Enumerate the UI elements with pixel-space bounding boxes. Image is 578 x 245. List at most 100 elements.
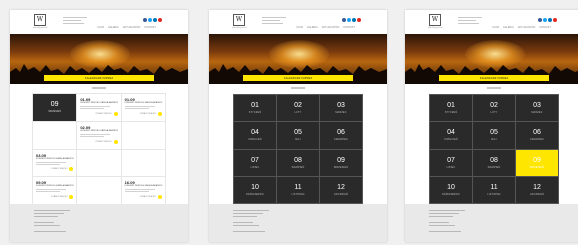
youtube-icon[interactable]: [553, 18, 557, 22]
event-card[interactable]: 09.09 KONCERT ZESPOŁU KAPELA BEATBOX ZOB…: [33, 177, 78, 205]
twitter-icon[interactable]: [543, 18, 547, 22]
month-grid: 01 STYCZEŃ 02 LUTY 03 MARZEC 04 KWIECIEŃ 05 M…: [233, 94, 363, 204]
arrow-icon[interactable]: [113, 111, 118, 116]
event-more-link[interactable]: ZOBACZ WIĘCEJ: [51, 168, 67, 170]
month-number: 03: [533, 102, 541, 110]
month-cell[interactable]: 09 WRZESIEŃ: [33, 94, 78, 122]
event-card[interactable]: 16.09 KONCERT ZESPOŁU KAPELA BEATBOX ZOB…: [121, 177, 166, 205]
logo[interactable]: W: [233, 14, 245, 26]
section-title: KALENDARZ IMPREZ: [84, 76, 114, 80]
month-label: KWIECIEŃ: [444, 138, 458, 142]
event-more-link[interactable]: ZOBACZ WIĘCEJ: [95, 141, 111, 143]
event-card[interactable]: 02.09 KONCERT ZESPOŁU KAPELA BEATBOX ZOB…: [77, 121, 122, 150]
youtube-icon[interactable]: [158, 18, 162, 22]
empty-cell: [33, 121, 78, 150]
month-label: WRZESIEŃ: [48, 110, 61, 114]
nav-item[interactable]: KONTAKT: [144, 26, 156, 29]
month-cell[interactable]: 11 LISTOPAD: [277, 176, 319, 203]
mockup-month-grid-hover: W klub Wyspiański KLUB GALERIA AKTUALNOŚ…: [405, 10, 578, 242]
youtube-icon[interactable]: [357, 18, 361, 22]
linkedin-icon[interactable]: [153, 18, 157, 22]
nav-item[interactable]: GALERIA: [503, 26, 514, 29]
month-cell[interactable]: 05 MAJ: [473, 122, 515, 149]
month-label: SIERPIEŃ: [291, 165, 305, 169]
arrow-icon[interactable]: [157, 111, 162, 116]
linkedin-icon[interactable]: [548, 18, 552, 22]
month-label: MARZEC: [335, 111, 347, 115]
month-cell[interactable]: 01 STYCZEŃ: [234, 95, 276, 122]
arrow-icon[interactable]: [113, 139, 118, 144]
month-cell[interactable]: 04 KWIECIEŃ: [234, 122, 276, 149]
event-title: KONCERT ZESPOŁU KAPELA BEATBOX: [124, 102, 163, 104]
month-cell[interactable]: 09 WRZESIEŃ: [320, 149, 362, 176]
section-title: KALENDARZ IMPREZ: [283, 76, 313, 80]
month-cell[interactable]: 07 LIPIEC: [234, 149, 276, 176]
month-number: 09: [337, 156, 345, 164]
facebook-icon[interactable]: [538, 18, 542, 22]
tagline-placeholder: [458, 17, 482, 26]
month-number: 01: [447, 102, 455, 110]
event-more-link[interactable]: ZOBACZ WIĘCEJ: [51, 196, 67, 198]
month-cell[interactable]: 08 SIERPIEŃ: [277, 149, 319, 176]
logo-mark: W: [235, 16, 243, 23]
event-card[interactable]: 01.09 KONCERT ZESPOŁU KAPELA BEATBOX ZOB…: [121, 94, 166, 122]
event-card[interactable]: 01.09 KONCERT ZESPOŁU KAPELA BEATBOX ZOB…: [77, 94, 122, 122]
month-cell[interactable]: 11 LISTOPAD: [473, 176, 515, 203]
twitter-icon[interactable]: [148, 18, 152, 22]
month-cell[interactable]: 06 CZERWIEC: [516, 122, 558, 149]
event-calendar-grid: 09 WRZESIEŃ 01.09 KONCERT ZESPOŁU KAPELA…: [32, 93, 166, 205]
site-header: W klub Wyspiański KLUB GALERIA AKTUALNOŚ…: [10, 10, 188, 34]
nav-item[interactable]: KLUB: [97, 26, 104, 29]
month-cell[interactable]: 02 LUTY: [277, 95, 319, 122]
month-cell[interactable]: 04 KWIECIEŃ: [430, 122, 472, 149]
event-title: KONCERT ZESPOŁU KAPELA BEATBOX: [124, 185, 163, 188]
nav-item[interactable]: KONTAKT: [539, 26, 551, 29]
month-cell[interactable]: 07 LIPIEC: [430, 149, 472, 176]
month-number: 03: [337, 102, 345, 110]
arrow-icon[interactable]: [69, 195, 74, 199]
facebook-icon[interactable]: [342, 18, 346, 22]
event-more-link[interactable]: ZOBACZ WIĘCEJ: [140, 113, 156, 115]
twitter-icon[interactable]: [347, 18, 351, 22]
arrow-icon[interactable]: [69, 167, 74, 172]
month-cell[interactable]: 01 STYCZEŃ: [430, 95, 472, 122]
month-cell[interactable]: 12 GRUDZIEŃ: [516, 176, 558, 203]
logo[interactable]: W: [34, 14, 46, 26]
nav-item[interactable]: AKTUALNOŚCI: [518, 26, 536, 29]
nav-item[interactable]: KLUB: [296, 26, 303, 29]
section-title-bar: KALENDARZ IMPREZ: [439, 75, 549, 81]
nav-item[interactable]: GALERIA: [307, 26, 318, 29]
month-cell[interactable]: 05 MAJ: [277, 122, 319, 149]
month-cell[interactable]: 08 SIERPIEŃ: [473, 149, 515, 176]
nav-item[interactable]: GALERIA: [108, 26, 119, 29]
section-subtitle-placeholder: [92, 87, 106, 89]
facebook-icon[interactable]: [143, 18, 147, 22]
month-cell[interactable]: 06 CZERWIEC: [320, 122, 362, 149]
arrow-icon[interactable]: [157, 195, 162, 199]
site-footer: [10, 204, 188, 242]
event-more-link[interactable]: ZOBACZ WIĘCEJ: [140, 196, 156, 198]
mockup-event-list: W klub Wyspiański KLUB GALERIA AKTUALNOŚ…: [10, 10, 188, 242]
nav-item[interactable]: KONTAKT: [343, 26, 355, 29]
logo[interactable]: W: [429, 14, 441, 26]
month-cell[interactable]: 03 MARZEC: [320, 95, 362, 122]
tagline-placeholder: [63, 17, 87, 26]
month-cell[interactable]: 09 WRZESIEŃ: [516, 149, 558, 176]
linkedin-icon[interactable]: [352, 18, 356, 22]
month-label: STYCZEŃ: [248, 111, 262, 115]
month-cell[interactable]: 12 GRUDZIEŃ: [320, 176, 362, 203]
month-cell[interactable]: 10 PAŹDZIERNIK: [430, 176, 472, 203]
month-cell[interactable]: 03 MARZEC: [516, 95, 558, 122]
event-title: KONCERT ZESPOŁU KAPELA BEATBOX: [80, 102, 119, 104]
section-title-bar: KALENDARZ IMPREZ: [44, 75, 154, 81]
nav-item[interactable]: AKTUALNOŚCI: [123, 26, 141, 29]
event-more-link[interactable]: ZOBACZ WIĘCEJ: [95, 113, 111, 115]
month-cell[interactable]: 02 LUTY: [473, 95, 515, 122]
nav-item[interactable]: AKTUALNOŚCI: [322, 26, 340, 29]
month-label: LISTOPAD: [487, 192, 501, 196]
nav-item[interactable]: KLUB: [492, 26, 499, 29]
section-title: KALENDARZ IMPREZ: [479, 76, 509, 80]
month-number: 09: [50, 101, 59, 109]
month-cell[interactable]: 10 PAŹDZIERNIK: [234, 176, 276, 203]
event-card[interactable]: 03.09 KONCERT ZESPOŁU KAPELA BEATBOX ZOB…: [33, 149, 78, 178]
